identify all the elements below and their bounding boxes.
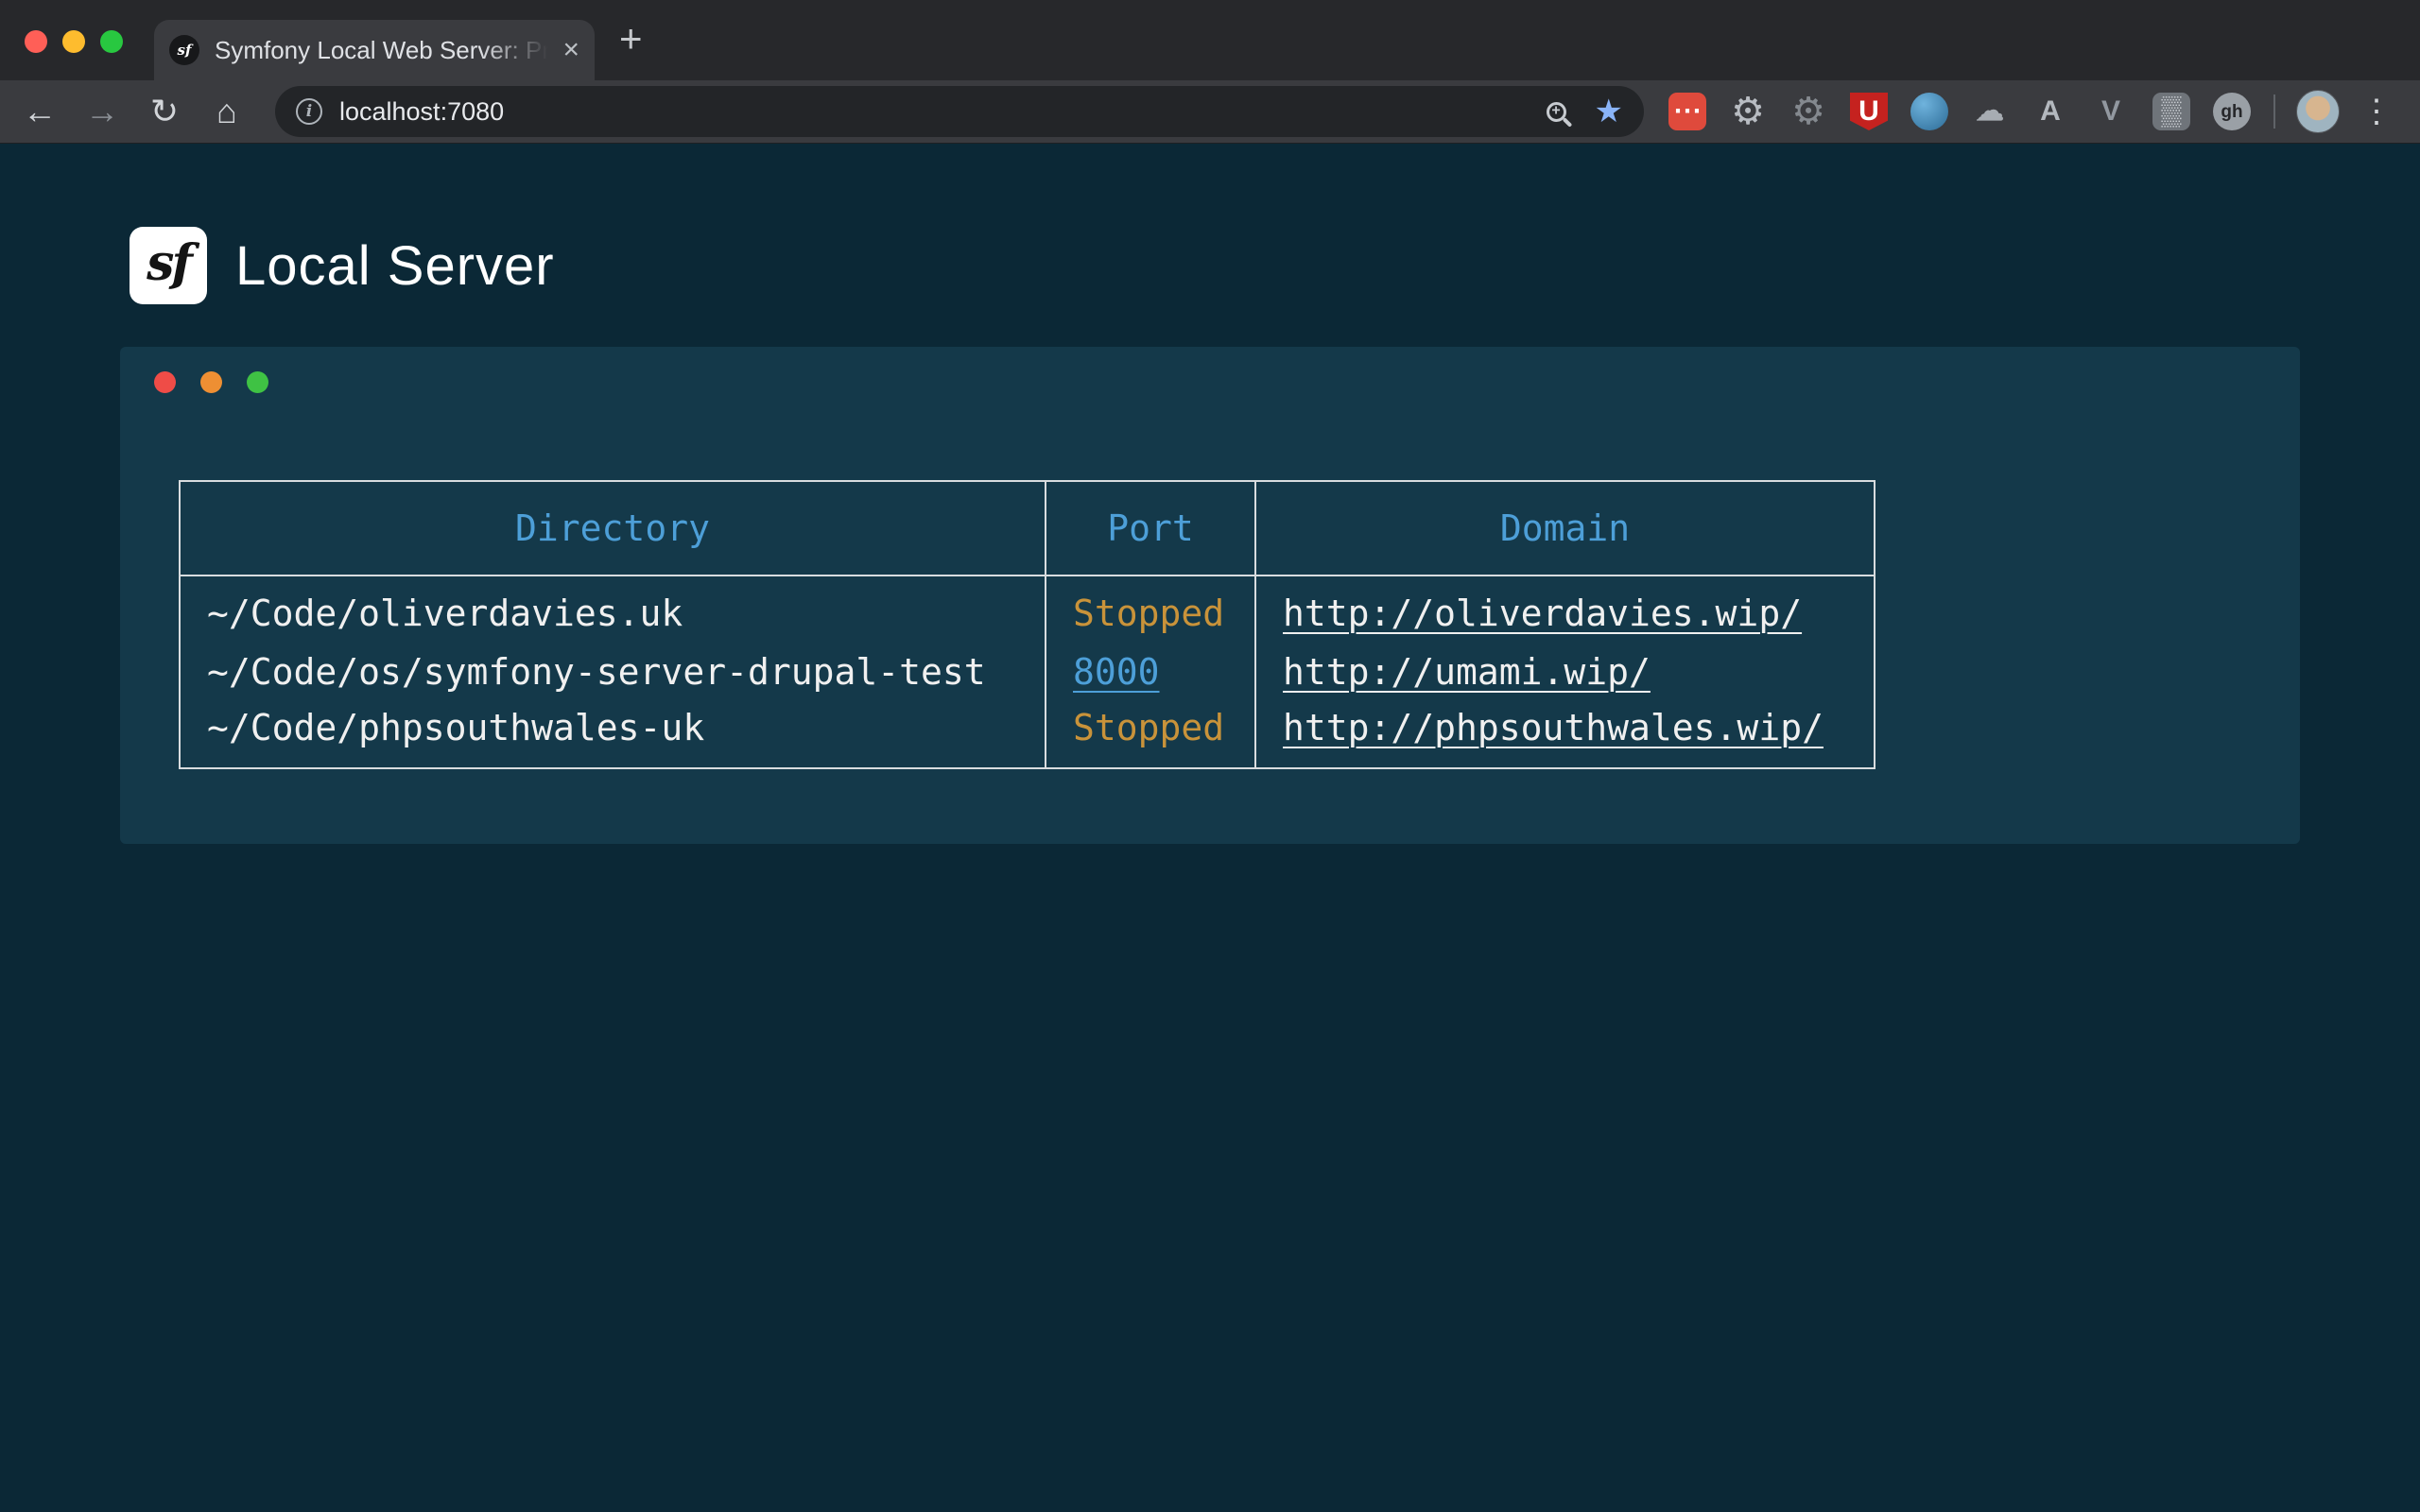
terminal-window-dots (154, 371, 268, 393)
browser-menu-button[interactable]: ⋮ (2355, 93, 2398, 130)
port-status: Stopped (1073, 593, 1224, 634)
extension-github-icon[interactable]: gh (2213, 93, 2251, 130)
domain-link[interactable]: http://umami.wip/ (1283, 651, 1651, 693)
domain-cell: http://oliverdavies.wip/ (1255, 576, 1875, 640)
extension-blue-orb-icon[interactable] (1910, 93, 1948, 130)
profile-avatar[interactable] (2296, 90, 2340, 133)
extension-grid-icon[interactable]: ▒ (2152, 93, 2190, 130)
directory-cell: ~/Code/os/symfony-server-drupal-test (180, 640, 1046, 704)
reload-button[interactable]: ↻ (138, 85, 191, 138)
extension-gear-dark-icon[interactable]: ⚙ (1789, 93, 1827, 130)
symfony-logo-text: sf (147, 234, 190, 292)
domain-cell: http://phpsouthwales.wip/ (1255, 704, 1875, 768)
tab-favicon-icon: sf (169, 35, 199, 65)
browser-toolbar: ← → ↻ ⌂ i localhost:7080 ★ ⋯ ⚙ ⚙ U ☁ A V… (0, 80, 2420, 144)
port-cell: Stopped (1046, 704, 1255, 768)
port-status: Stopped (1073, 707, 1224, 748)
home-button[interactable]: ⌂ (200, 85, 253, 138)
forward-button[interactable]: → (76, 85, 129, 138)
window-zoom-button[interactable] (100, 30, 123, 53)
domain-cell: http://umami.wip/ (1255, 640, 1875, 704)
extension-letter-a-icon[interactable]: A (2031, 93, 2069, 130)
domain-link[interactable]: http://phpsouthwales.wip/ (1283, 707, 1824, 748)
page-content: sf Local Server Directory Port (0, 144, 2420, 1512)
zoom-icon[interactable] (1547, 102, 1566, 122)
tab-title: Symfony Local Web Server: Prox (215, 36, 555, 65)
window-close-button[interactable] (25, 30, 47, 53)
extension-letter-v-icon[interactable]: V (2092, 93, 2130, 130)
terminal-panel: Directory Port Domain ~/Code/oliverdavie… (120, 347, 2300, 844)
extension-cloud-icon[interactable]: ☁ (1971, 93, 2009, 130)
column-header-domain: Domain (1255, 481, 1875, 576)
terminal-green-dot (247, 371, 268, 393)
site-info-glyph: i (306, 102, 312, 121)
port-cell: Stopped (1046, 576, 1255, 640)
port-cell: 8000 (1046, 640, 1255, 704)
table-row: ~/Code/phpsouthwales-uk Stopped http://p… (180, 704, 1875, 768)
browser-window: sf Symfony Local Web Server: Prox × + ← … (0, 0, 2420, 1512)
directory-cell: ~/Code/phpsouthwales-uk (180, 704, 1046, 768)
symfony-logo: sf (130, 227, 207, 304)
site-info-icon[interactable]: i (296, 98, 322, 125)
terminal-red-dot (154, 371, 176, 393)
port-link[interactable]: 8000 (1073, 651, 1160, 693)
terminal-orange-dot (200, 371, 222, 393)
table-row: ~/Code/os/symfony-server-drupal-test 800… (180, 640, 1875, 704)
tab-favicon-text: sf (178, 42, 192, 59)
url-text: localhost:7080 (339, 97, 1547, 127)
new-tab-button[interactable]: + (619, 19, 643, 59)
address-bar[interactable]: i localhost:7080 ★ (275, 86, 1644, 137)
page-title: Local Server (235, 234, 555, 298)
toolbar-separator (2273, 94, 2275, 129)
tab-close-icon[interactable]: × (562, 36, 579, 64)
window-controls (25, 30, 123, 53)
window-minimize-button[interactable] (62, 30, 85, 53)
column-header-port: Port (1046, 481, 1255, 576)
bookmark-star-icon[interactable]: ★ (1595, 95, 1623, 128)
browser-tab[interactable]: sf Symfony Local Web Server: Prox × (154, 20, 595, 80)
domain-link[interactable]: http://oliverdavies.wip/ (1283, 593, 1802, 634)
brand-header: sf Local Server (130, 227, 555, 304)
extension-ublock-icon[interactable]: U (1850, 93, 1888, 130)
directory-cell: ~/Code/oliverdavies.uk (180, 576, 1046, 640)
back-button[interactable]: ← (13, 85, 66, 138)
extensions-row: ⋯ ⚙ ⚙ U ☁ A V ▒ gh (1668, 93, 2251, 130)
tab-strip: sf Symfony Local Web Server: Prox × + (0, 0, 2420, 80)
column-header-directory: Directory (180, 481, 1046, 576)
extension-gear-light-icon[interactable]: ⚙ (1729, 93, 1767, 130)
table-row: ~/Code/oliverdavies.uk Stopped http://ol… (180, 576, 1875, 640)
servers-table: Directory Port Domain ~/Code/oliverdavie… (179, 480, 1876, 769)
table-header-row: Directory Port Domain (180, 481, 1875, 576)
extension-red-dots-icon[interactable]: ⋯ (1668, 93, 1706, 130)
